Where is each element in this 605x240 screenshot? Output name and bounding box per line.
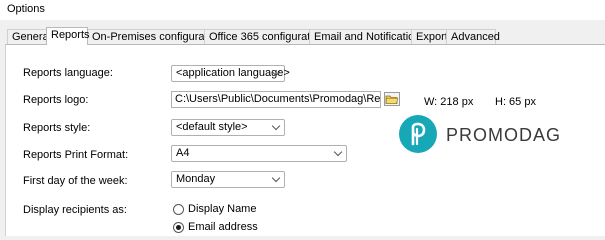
tab-label: On-Premises configuration (92, 31, 223, 43)
first-day-of-week-select[interactable]: Monday (171, 171, 285, 188)
brand-name-text: PROMODAG (446, 125, 562, 145)
reports-print-format-label: Reports Print Format: (23, 149, 129, 161)
title-bar: Options (0, 0, 605, 20)
reports-language-select[interactable]: <application language> (171, 65, 290, 82)
tab-label: Advanced (451, 31, 500, 43)
tab-advanced[interactable]: Advanced (446, 29, 500, 44)
browse-logo-button[interactable] (384, 92, 400, 106)
first-day-of-week-label: First day of the week: (23, 175, 128, 187)
promodag-logo-icon (399, 115, 437, 153)
reports-print-format-value: A4 (176, 147, 190, 159)
email-address-radio[interactable] (173, 222, 184, 233)
logo-width-text: W: 218 px (424, 96, 474, 108)
email-address-radio-label[interactable]: Email address (188, 221, 258, 233)
display-recipients-label: Display recipients as: (23, 204, 127, 216)
tab-label: Reports (51, 29, 90, 41)
reports-logo-label: Reports logo: (23, 94, 89, 106)
chevron-down-icon (333, 147, 343, 157)
reports-style-value: <default style> (176, 121, 248, 133)
logo-height-text: H: 65 px (495, 96, 536, 108)
display-name-radio-label[interactable]: Display Name (188, 203, 256, 215)
tab-on-premises-configuration[interactable]: On-Premises configuration (87, 29, 222, 44)
display-name-radio[interactable] (173, 204, 184, 215)
tab-office-365-configuration[interactable]: Office 365 configuration (204, 29, 325, 44)
reports-language-label: Reports language: (23, 67, 113, 79)
first-day-of-week-value: Monday (176, 173, 216, 185)
reports-style-label: Reports style: (23, 122, 91, 134)
reports-style-select[interactable]: <default style> (171, 119, 285, 136)
tab-label: Email and Notifications (314, 31, 426, 43)
promodag-logo (398, 113, 438, 155)
tab-email-and-notifications[interactable]: Email and Notifications (309, 29, 426, 44)
reports-logo-path-field[interactable]: C:\Users\Public\Documents\Promodag\Repor… (171, 91, 381, 108)
reports-panel: Reports language: <application language>… (5, 44, 605, 236)
tab-reports[interactable]: Reports (46, 27, 90, 45)
tab-export[interactable]: Export (411, 29, 448, 44)
tab-label: Export (416, 31, 448, 43)
tab-strip: General Reports On-Premises configuratio… (0, 27, 605, 45)
reports-logo-path-value: C:\Users\Public\Documents\Promodag\Repor… (175, 93, 381, 105)
tab-general[interactable]: General (7, 29, 51, 44)
chevron-down-icon (271, 121, 281, 131)
tab-label: Office 365 configuration (209, 31, 325, 43)
folder-icon (385, 95, 399, 104)
window-title: Options (7, 3, 45, 15)
reports-print-format-select[interactable]: A4 (171, 145, 347, 162)
chevron-down-icon (271, 173, 281, 183)
